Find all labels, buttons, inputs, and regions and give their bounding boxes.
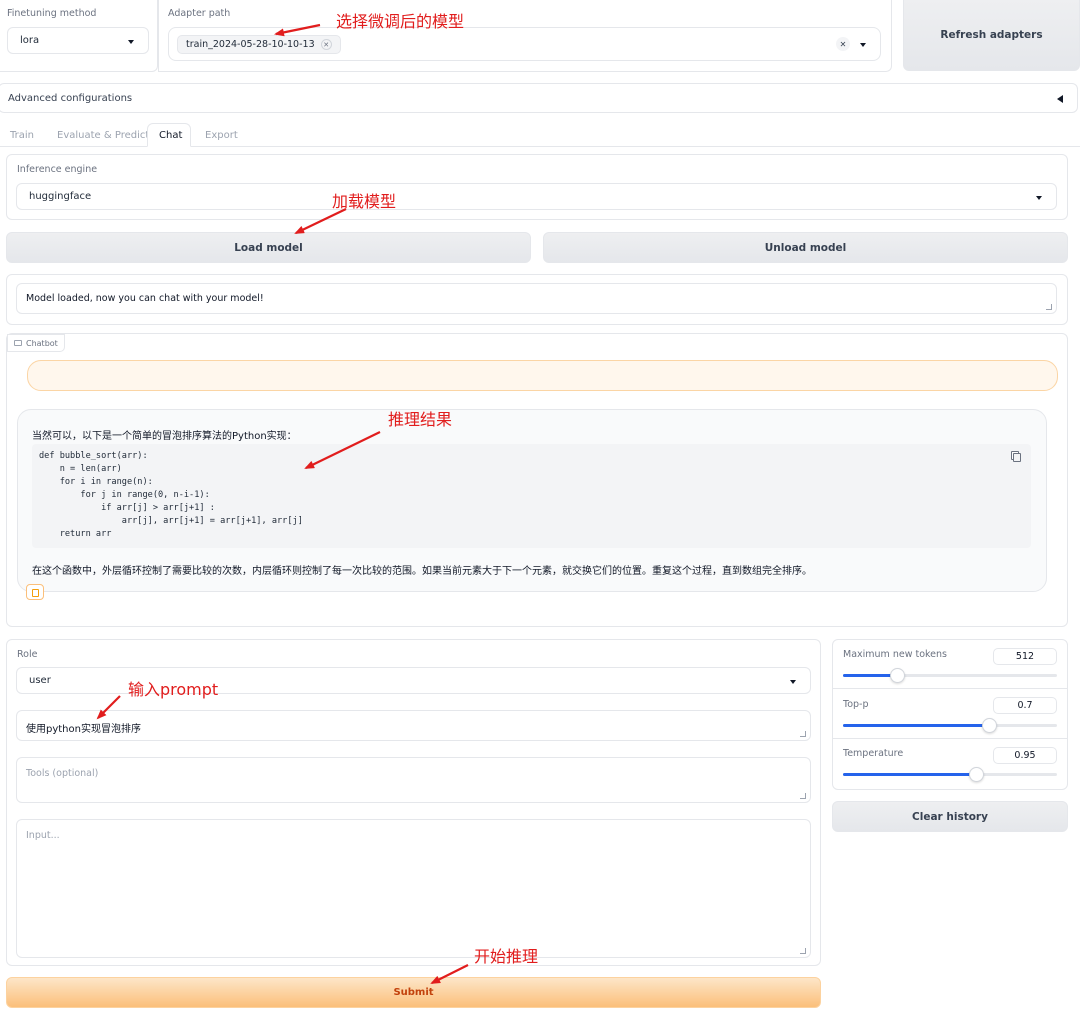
slider-thumb[interactable] bbox=[982, 718, 997, 733]
resize-handle-icon[interactable] bbox=[800, 731, 806, 737]
chat-bubble-icon bbox=[14, 340, 22, 346]
copy-icon bbox=[32, 589, 39, 597]
slider-thumb[interactable] bbox=[969, 767, 984, 782]
slider-fill bbox=[843, 674, 897, 677]
bot-reply-outro: 在这个函数中，外层循环控制了需要比较的次数，内层循环则控制了每一次比较的范围。如… bbox=[32, 566, 812, 577]
code-line: def bubble_sort(arr): bbox=[39, 451, 148, 461]
status-textbox[interactable]: Model loaded, now you can chat with your… bbox=[16, 283, 1057, 314]
user-message-bubble bbox=[27, 360, 1058, 391]
collapse-arrow-icon bbox=[1057, 95, 1063, 103]
annotation-select-model: 选择微调后的模型 bbox=[336, 12, 465, 31]
input-placeholder: Input... bbox=[26, 830, 60, 841]
params-divider bbox=[833, 688, 1067, 689]
chatbot-label: Chatbot bbox=[26, 338, 58, 348]
advanced-config-accordion[interactable]: Advanced configurations bbox=[0, 83, 1078, 113]
code-line: return arr bbox=[39, 529, 112, 539]
code-line: if arr[j] > arr[j+1] : bbox=[39, 503, 215, 513]
tab-export[interactable]: Export bbox=[205, 130, 238, 141]
top-p-label: Top-p bbox=[843, 699, 869, 710]
resize-handle-icon[interactable] bbox=[800, 948, 806, 954]
top-p-slider[interactable] bbox=[843, 718, 1057, 733]
engine-label: Inference engine bbox=[17, 164, 98, 175]
annotation-input-prompt: 输入prompt bbox=[128, 680, 219, 699]
adapter-label: Adapter path bbox=[168, 8, 231, 19]
copy-code-icon[interactable] bbox=[1013, 453, 1021, 462]
unload-model-button[interactable]: Unload model bbox=[543, 232, 1068, 263]
max-tokens-label: Maximum new tokens bbox=[843, 649, 947, 660]
chevron-down-icon bbox=[128, 39, 134, 44]
engine-value: huggingface bbox=[29, 191, 92, 202]
tab-train[interactable]: Train bbox=[10, 130, 34, 141]
load-model-button[interactable]: Load model bbox=[6, 232, 531, 263]
annotation-load-model: 加载模型 bbox=[332, 192, 397, 211]
temperature-label: Temperature bbox=[843, 748, 904, 759]
code-line: for i in range(n): bbox=[39, 477, 153, 487]
engine-select[interactable]: huggingface bbox=[16, 183, 1057, 210]
advanced-config-label: Advanced configurations bbox=[8, 93, 133, 104]
chatbot-label-badge: Chatbot bbox=[7, 334, 65, 352]
prompt-textbox[interactable]: 使用python实现冒泡排序 bbox=[16, 710, 811, 741]
slider-fill bbox=[843, 773, 976, 776]
top-p-input[interactable]: 0.7 bbox=[993, 697, 1057, 714]
input-textbox[interactable]: Input... bbox=[16, 819, 811, 958]
role-value: user bbox=[29, 675, 51, 686]
prompt-value: 使用python实现冒泡排序 bbox=[26, 724, 141, 735]
chevron-down-icon[interactable] bbox=[860, 43, 866, 47]
finetuning-label: Finetuning method bbox=[7, 8, 97, 19]
tools-textbox[interactable]: Tools (optional) bbox=[16, 757, 811, 803]
max-tokens-slider[interactable] bbox=[843, 668, 1057, 683]
annotation-result: 推理结果 bbox=[388, 410, 453, 429]
bot-reply-intro: 当然可以，以下是一个简单的冒泡排序算法的Python实现： bbox=[32, 431, 297, 442]
tools-placeholder: Tools (optional) bbox=[26, 768, 99, 779]
chevron-down-icon bbox=[790, 679, 796, 684]
code-line: arr[j], arr[j+1] = arr[j+1], arr[j] bbox=[39, 516, 303, 526]
adapter-multiselect[interactable]: train_2024-05-28-10-10-13 ✕ ✕ bbox=[168, 27, 881, 61]
code-block: def bubble_sort(arr): n = len(arr) for i… bbox=[32, 444, 1031, 548]
tag-close-icon[interactable]: ✕ bbox=[320, 39, 332, 50]
refresh-adapters-button[interactable]: Refresh adapters bbox=[903, 0, 1080, 71]
code-text: def bubble_sort(arr): n = len(arr) for i… bbox=[39, 450, 303, 541]
submit-button[interactable]: Submit bbox=[6, 977, 821, 1008]
params-divider bbox=[833, 738, 1067, 739]
slider-thumb[interactable] bbox=[890, 668, 905, 683]
annotation-start: 开始推理 bbox=[474, 947, 539, 966]
chevron-down-icon bbox=[1036, 195, 1042, 200]
slider-fill bbox=[843, 724, 989, 727]
adapter-tag-label: train_2024-05-28-10-10-13 bbox=[186, 39, 315, 50]
code-line: n = len(arr) bbox=[39, 464, 122, 474]
resize-handle-icon[interactable] bbox=[1046, 304, 1052, 310]
code-line: for j in range(0, n-i-1): bbox=[39, 490, 210, 500]
copy-message-button[interactable] bbox=[26, 584, 44, 600]
submit-label: Submit bbox=[393, 987, 434, 998]
tab-evaluate-predict[interactable]: Evaluate & Predict bbox=[57, 130, 149, 141]
max-tokens-input[interactable]: 512 bbox=[993, 648, 1057, 665]
temperature-input[interactable]: 0.95 bbox=[993, 747, 1057, 764]
finetuning-value: lora bbox=[20, 35, 40, 46]
status-text: Model loaded, now you can chat with your… bbox=[26, 293, 264, 304]
clear-history-button[interactable]: Clear history bbox=[832, 801, 1068, 832]
resize-handle-icon[interactable] bbox=[800, 793, 806, 799]
tab-chat[interactable]: Chat bbox=[159, 130, 182, 141]
role-label: Role bbox=[17, 649, 38, 660]
finetuning-select[interactable]: lora bbox=[7, 27, 149, 54]
clear-icon[interactable]: ✕ bbox=[836, 37, 850, 51]
adapter-tag[interactable]: train_2024-05-28-10-10-13 ✕ bbox=[177, 35, 341, 54]
temperature-slider[interactable] bbox=[843, 767, 1057, 782]
